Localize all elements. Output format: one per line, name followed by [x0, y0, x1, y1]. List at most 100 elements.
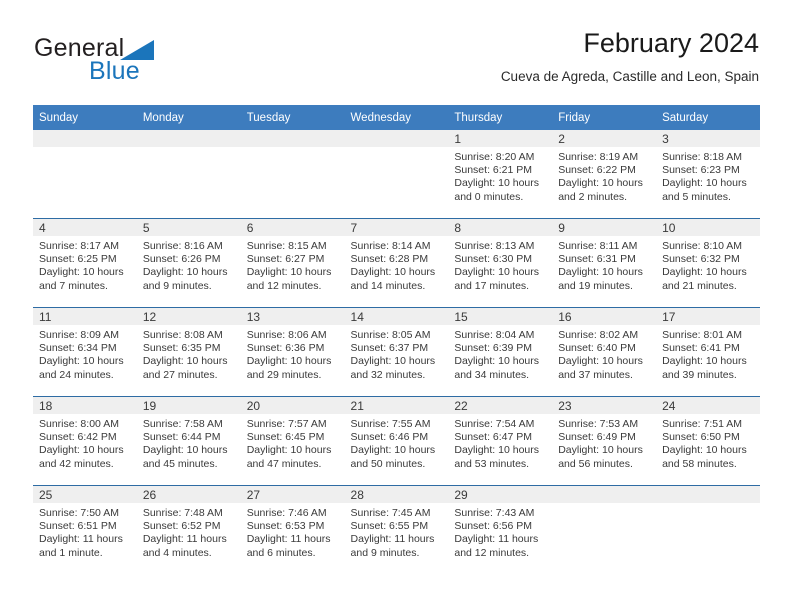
- day-number: 20: [240, 397, 345, 414]
- daylight-text-line1: Daylight: 10 hours: [454, 444, 540, 457]
- calendar-day-cell[interactable]: 9 Sunrise: 8:11 AM Sunset: 6:31 PM Daylight…: [552, 218, 657, 308]
- calendar-day-cell[interactable]: 16 Sunrise: 8:02 AM Sunset: 6:40 PM Dayligh…: [552, 307, 657, 397]
- calendar-day-cell[interactable]: 13 Sunrise: 8:06 AM Sunset: 6:36 PM Dayligh…: [240, 307, 345, 397]
- day-details: Sunrise: 7:46 AM Sunset: 6:53 PM Daylight:…: [241, 503, 345, 560]
- calendar-day-cell[interactable]: 7 Sunrise: 8:14 AM Sunset: 6:28 PM Daylight…: [344, 218, 449, 308]
- day-details: Sunrise: 8:15 AM Sunset: 6:27 PM Daylight:…: [241, 236, 345, 293]
- daylight-text-line1: Daylight: 11 hours: [350, 533, 435, 546]
- calendar-day-cell[interactable]: 20 Sunrise: 7:57 AM Sunset: 6:45 PM Dayligh…: [240, 396, 345, 486]
- sunrise-text: Sunrise: 8:15 AM: [246, 240, 327, 252]
- daylight-text-line2: and 19 minutes.: [558, 279, 633, 292]
- day-number: 2: [552, 130, 657, 147]
- sunset-text: Sunset: 6:28 PM: [350, 253, 429, 266]
- day-details: Sunrise: 8:04 AM Sunset: 6:39 PM Daylight:…: [448, 325, 552, 382]
- day-number: 14: [344, 308, 449, 325]
- brand-logo[interactable]: General Blue: [34, 34, 224, 85]
- calendar-day-cell[interactable]: 18 Sunrise: 8:00 AM Sunset: 6:42 PM Dayligh…: [33, 396, 137, 486]
- day-number: [656, 486, 760, 503]
- daylight-text-line1: Daylight: 10 hours: [142, 444, 228, 457]
- weekday-header-tuesday: Tuesday: [240, 105, 345, 130]
- day-details: Sunrise: 8:16 AM Sunset: 6:26 PM Daylight:…: [137, 236, 241, 293]
- calendar-day-cell[interactable]: 5 Sunrise: 8:16 AM Sunset: 6:26 PM Daylight…: [136, 218, 241, 308]
- calendar-day-cell[interactable]: 23 Sunrise: 7:53 AM Sunset: 6:49 PM Dayligh…: [552, 396, 657, 486]
- calendar-day-cell[interactable]: 22 Sunrise: 7:54 AM Sunset: 6:47 PM Dayligh…: [448, 396, 553, 486]
- calendar-day-cell[interactable]: 14 Sunrise: 8:05 AM Sunset: 6:37 PM Dayligh…: [344, 307, 449, 397]
- day-details: Sunrise: 7:57 AM Sunset: 6:45 PM Daylight:…: [241, 414, 345, 471]
- daylight-text-line1: Daylight: 11 hours: [142, 533, 227, 546]
- day-details: Sunrise: 7:53 AM Sunset: 6:49 PM Daylight:…: [552, 414, 656, 471]
- calendar-day-cell[interactable]: 27 Sunrise: 7:46 AM Sunset: 6:53 PM Dayligh…: [240, 485, 345, 574]
- calendar-day-cell[interactable]: 1 Sunrise: 8:20 AM Sunset: 6:21 PM Daylight…: [448, 130, 553, 219]
- sunrise-text: Sunrise: 8:00 AM: [39, 418, 119, 430]
- daylight-text-line2: and 6 minutes.: [246, 546, 316, 559]
- calendar-day-cell[interactable]: 10 Sunrise: 8:10 AM Sunset: 6:32 PM Dayligh…: [656, 218, 760, 308]
- calendar-day-cell-empty: [33, 130, 137, 219]
- day-number: [33, 130, 137, 147]
- day-number: [136, 130, 241, 147]
- daylight-text-line1: Daylight: 11 hours: [39, 533, 123, 546]
- day-number: 19: [136, 397, 241, 414]
- calendar-day-cell[interactable]: 19 Sunrise: 7:58 AM Sunset: 6:44 PM Dayligh…: [136, 396, 241, 486]
- sunrise-text: Sunrise: 7:57 AM: [246, 418, 327, 430]
- sunrise-text: Sunrise: 8:06 AM: [246, 329, 327, 341]
- calendar-day-cell[interactable]: 21 Sunrise: 7:55 AM Sunset: 6:46 PM Dayligh…: [344, 396, 449, 486]
- day-details: Sunrise: 7:48 AM Sunset: 6:52 PM Daylight:…: [137, 503, 241, 560]
- calendar-day-cell[interactable]: 25 Sunrise: 7:50 AM Sunset: 6:51 PM Dayligh…: [33, 485, 137, 574]
- calendar-day-cell[interactable]: 3 Sunrise: 8:18 AM Sunset: 6:23 PM Daylight…: [656, 130, 760, 219]
- day-number: 23: [552, 397, 657, 414]
- day-number: 11: [33, 308, 137, 325]
- day-number: 10: [656, 219, 760, 236]
- page-title: February 2024: [583, 28, 759, 58]
- daylight-text-line1: Daylight: 10 hours: [39, 444, 124, 457]
- brand-name-blue: Blue: [89, 57, 140, 85]
- day-number: 29: [448, 486, 553, 503]
- daylight-text-line2: and 9 minutes.: [142, 279, 212, 292]
- sunrise-text: Sunrise: 7:55 AM: [350, 418, 431, 430]
- calendar-week-row: 4 Sunrise: 8:17 AM Sunset: 6:25 PM Daylight…: [33, 218, 760, 308]
- sunset-text: Sunset: 6:36 PM: [246, 342, 325, 355]
- day-number: 12: [136, 308, 241, 325]
- daylight-text-line1: Daylight: 10 hours: [558, 177, 643, 190]
- daylight-text-line1: Daylight: 10 hours: [558, 355, 643, 368]
- calendar-day-cell[interactable]: 29 Sunrise: 7:43 AM Sunset: 6:56 PM Dayligh…: [448, 485, 553, 574]
- daylight-text-line1: Daylight: 11 hours: [454, 533, 539, 546]
- calendar-day-cell[interactable]: 4 Sunrise: 8:17 AM Sunset: 6:25 PM Daylight…: [33, 218, 137, 308]
- calendar-day-cell[interactable]: 2 Sunrise: 8:19 AM Sunset: 6:22 PM Daylight…: [552, 130, 657, 219]
- sunset-text: Sunset: 6:39 PM: [454, 342, 533, 355]
- sunset-text: Sunset: 6:45 PM: [246, 431, 325, 444]
- calendar-day-cell[interactable]: 6 Sunrise: 8:15 AM Sunset: 6:27 PM Daylight…: [240, 218, 345, 308]
- daylight-text-line1: Daylight: 10 hours: [246, 355, 332, 368]
- sunset-text: Sunset: 6:31 PM: [558, 253, 636, 266]
- calendar-container: Sunday Monday Tuesday Wednesday Thursday Frid…: [33, 105, 760, 574]
- daylight-text-line1: Daylight: 10 hours: [454, 177, 540, 190]
- daylight-text-line2: and 9 minutes.: [350, 546, 420, 559]
- calendar-week-row: 25 Sunrise: 7:50 AM Sunset: 6:51 PM Dayligh…: [33, 485, 760, 574]
- calendar-day-cell[interactable]: 8 Sunrise: 8:13 AM Sunset: 6:30 PM Daylight…: [448, 218, 553, 308]
- daylight-text-line1: Daylight: 10 hours: [454, 266, 540, 279]
- daylight-text-line1: Daylight: 10 hours: [39, 355, 124, 368]
- calendar-day-cell[interactable]: 15 Sunrise: 8:04 AM Sunset: 6:39 PM Dayligh…: [448, 307, 553, 397]
- sunset-text: Sunset: 6:23 PM: [662, 164, 740, 177]
- sunset-text: Sunset: 6:22 PM: [558, 164, 636, 177]
- daylight-text-line1: Daylight: 10 hours: [558, 444, 643, 457]
- calendar-day-cell[interactable]: 11 Sunrise: 8:09 AM Sunset: 6:34 PM Dayligh…: [33, 307, 137, 397]
- day-number: 15: [448, 308, 553, 325]
- sunrise-text: Sunrise: 8:10 AM: [662, 240, 743, 252]
- sunset-text: Sunset: 6:32 PM: [662, 253, 740, 266]
- sunrise-text: Sunrise: 7:43 AM: [454, 507, 535, 519]
- day-number: 26: [136, 486, 241, 503]
- day-number: 24: [656, 397, 760, 414]
- day-details: Sunrise: 8:18 AM Sunset: 6:23 PM Daylight:…: [656, 147, 760, 204]
- sunrise-text: Sunrise: 7:54 AM: [454, 418, 535, 430]
- calendar-day-cell[interactable]: 12 Sunrise: 8:08 AM Sunset: 6:35 PM Dayligh…: [136, 307, 241, 397]
- day-details: Sunrise: 7:50 AM Sunset: 6:51 PM Daylight:…: [33, 503, 137, 560]
- calendar-day-cell[interactable]: 28 Sunrise: 7:45 AM Sunset: 6:55 PM Dayligh…: [344, 485, 449, 574]
- calendar-day-cell[interactable]: 24 Sunrise: 7:51 AM Sunset: 6:50 PM Dayligh…: [656, 396, 760, 486]
- calendar-day-cell[interactable]: 26 Sunrise: 7:48 AM Sunset: 6:52 PM Dayligh…: [136, 485, 241, 574]
- calendar-day-cell[interactable]: 17 Sunrise: 8:01 AM Sunset: 6:41 PM Dayligh…: [656, 307, 760, 397]
- calendar-week-row: 1 Sunrise: 8:20 AM Sunset: 6:21 PM Daylight…: [33, 130, 760, 219]
- sunrise-text: Sunrise: 8:18 AM: [662, 151, 743, 163]
- day-details: Sunrise: 8:08 AM Sunset: 6:35 PM Daylight:…: [137, 325, 241, 382]
- day-details: Sunrise: 7:58 AM Sunset: 6:44 PM Daylight:…: [137, 414, 241, 471]
- day-details: Sunrise: 8:11 AM Sunset: 6:31 PM Daylight:…: [552, 236, 656, 293]
